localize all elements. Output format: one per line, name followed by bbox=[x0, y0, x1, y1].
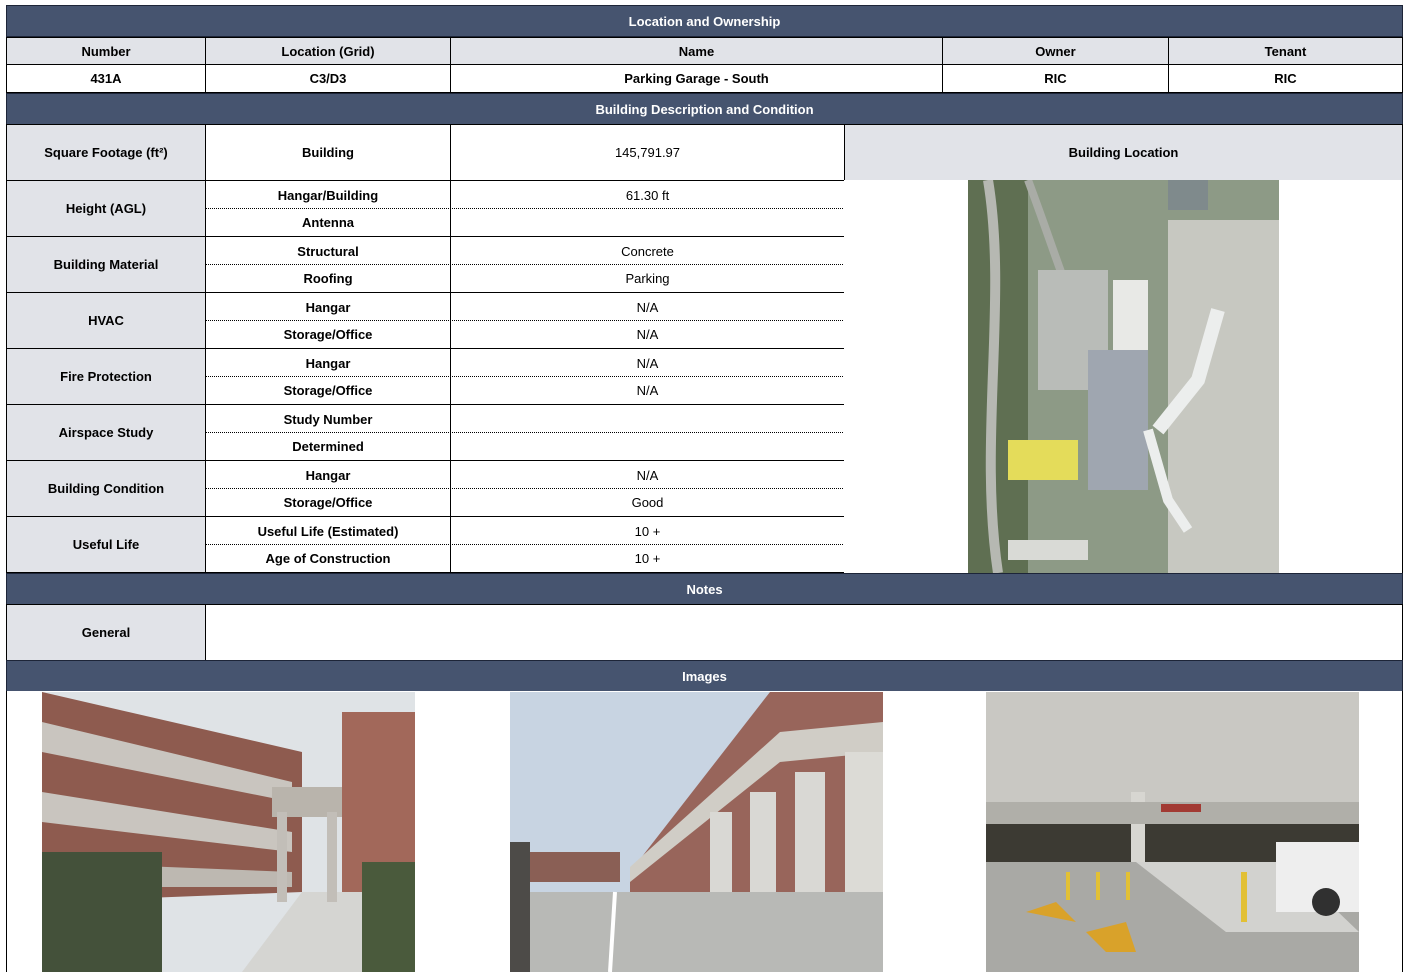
sub-label: Storage/Office bbox=[205, 488, 451, 517]
section-title: Images bbox=[682, 668, 727, 684]
group-label-useful-life: Useful Life bbox=[6, 516, 206, 573]
location-ownership-header: Location and Ownership bbox=[6, 5, 1403, 37]
value-owner: RIC bbox=[942, 64, 1169, 93]
sub-label: Determined bbox=[205, 432, 451, 461]
sub-value: 10 + bbox=[450, 516, 845, 545]
aerial-map-image bbox=[968, 180, 1279, 573]
sub-value bbox=[450, 432, 845, 461]
value-location-grid: C3/D3 bbox=[205, 64, 451, 93]
garage-interior-photo bbox=[986, 692, 1359, 972]
sub-value bbox=[450, 404, 845, 433]
sub-value: 61.30 ft bbox=[450, 180, 845, 209]
group-label-building-material: Building Material bbox=[6, 236, 206, 293]
sub-value: N/A bbox=[450, 348, 845, 377]
notes-general-value bbox=[205, 604, 1403, 661]
notes-header: Notes bbox=[6, 573, 1403, 605]
section-title: Location and Ownership bbox=[628, 13, 781, 29]
sub-value: 10 + bbox=[450, 544, 845, 573]
sub-label: Antenna bbox=[205, 208, 451, 237]
sub-value: Good bbox=[450, 488, 845, 517]
sub-label: Hangar bbox=[205, 460, 451, 489]
value-name: Parking Garage - South bbox=[450, 64, 943, 93]
sub-label: Structural bbox=[205, 236, 451, 265]
sub-label: Storage/Office bbox=[205, 376, 451, 405]
sub-value: Concrete bbox=[450, 236, 845, 265]
value-number: 431A bbox=[6, 64, 206, 93]
square-footage-value: 145,791.97 bbox=[450, 124, 845, 181]
sub-value: Parking bbox=[450, 264, 845, 293]
building-location-label: Building Location bbox=[844, 124, 1403, 181]
sub-label: Hangar bbox=[205, 348, 451, 377]
col-header-tenant: Tenant bbox=[1168, 37, 1403, 65]
col-header-name: Name bbox=[450, 37, 943, 65]
group-label-airspace-study: Airspace Study bbox=[6, 404, 206, 461]
sub-label: Age of Construction bbox=[205, 544, 451, 573]
square-footage-label: Square Footage (ft²) bbox=[6, 124, 206, 181]
square-footage-sub: Building bbox=[205, 124, 451, 181]
notes-general-label: General bbox=[6, 604, 206, 661]
garage-walkway-photo bbox=[42, 692, 415, 972]
sub-value: N/A bbox=[450, 292, 845, 321]
sub-label: Study Number bbox=[205, 404, 451, 433]
sub-value: N/A bbox=[450, 460, 845, 489]
col-header-number: Number bbox=[6, 37, 206, 65]
group-label-height: Height (AGL) bbox=[6, 180, 206, 237]
highlighted-garage bbox=[1008, 440, 1078, 480]
sub-label: Hangar/Building bbox=[205, 180, 451, 209]
group-label-hvac: HVAC bbox=[6, 292, 206, 349]
col-header-location-grid: Location (Grid) bbox=[205, 37, 451, 65]
sub-label: Storage/Office bbox=[205, 320, 451, 349]
col-header-owner: Owner bbox=[942, 37, 1169, 65]
sub-value bbox=[450, 208, 845, 237]
sub-value: N/A bbox=[450, 376, 845, 405]
building-description-header: Building Description and Condition bbox=[6, 93, 1403, 125]
sub-value: N/A bbox=[450, 320, 845, 349]
garage-exterior-photo bbox=[510, 692, 883, 972]
value-tenant: RIC bbox=[1168, 64, 1403, 93]
group-label-fire-protection: Fire Protection bbox=[6, 348, 206, 405]
images-header: Images bbox=[6, 660, 1403, 692]
section-title: Building Description and Condition bbox=[595, 101, 814, 117]
sub-label: Useful Life (Estimated) bbox=[205, 516, 451, 545]
sub-label: Roofing bbox=[205, 264, 451, 293]
section-title: Notes bbox=[686, 581, 723, 597]
sub-label: Hangar bbox=[205, 292, 451, 321]
group-label-building-condition: Building Condition bbox=[6, 460, 206, 517]
